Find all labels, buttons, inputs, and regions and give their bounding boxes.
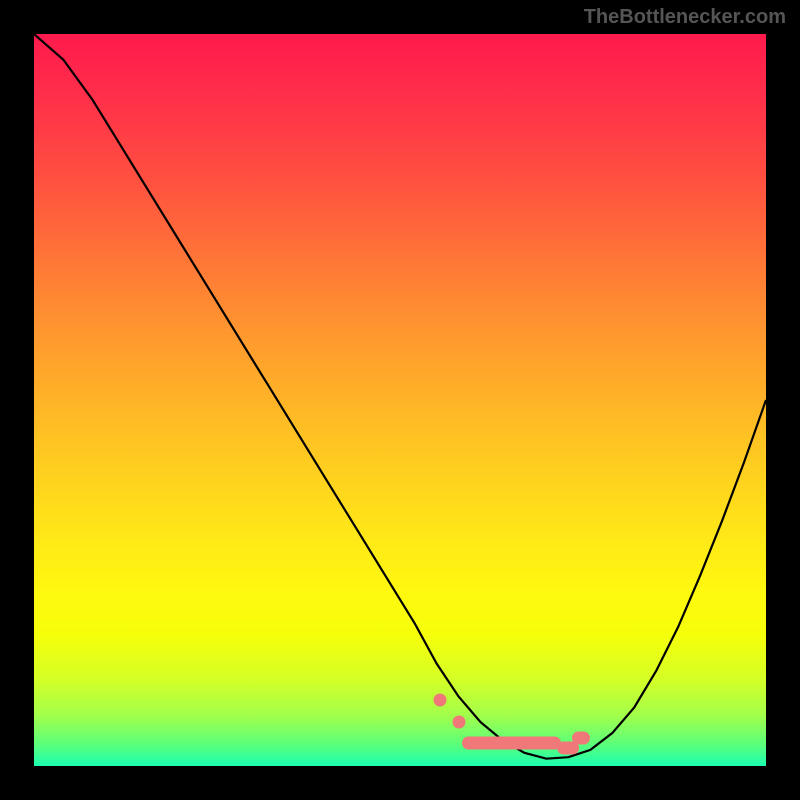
marker-dot <box>434 694 447 707</box>
marker-dot <box>452 716 465 729</box>
curve-line <box>34 34 766 766</box>
attribution-text: TheBottlenecker.com <box>584 6 786 29</box>
chart-plot-area <box>34 34 766 766</box>
marker-bar <box>462 736 561 749</box>
marker-bar <box>572 732 590 745</box>
